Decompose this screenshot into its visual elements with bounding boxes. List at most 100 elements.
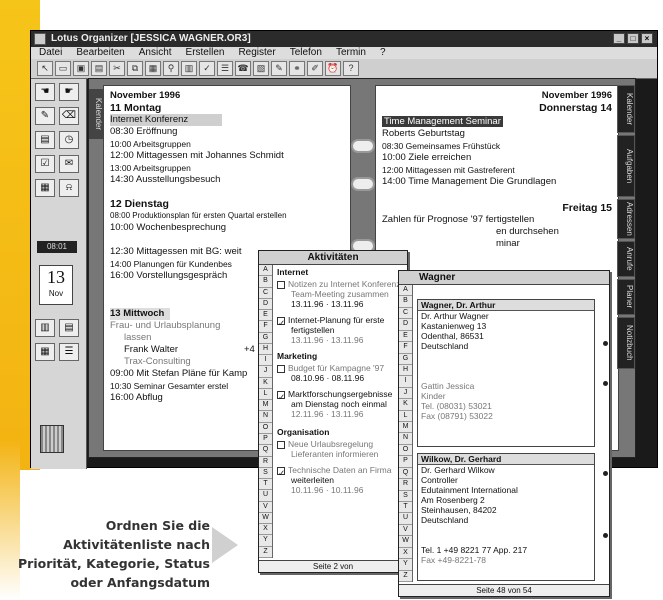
address-card[interactable]: Wagner, Dr. Arthur Dr. Arthur Wagner Kas… [417,299,595,447]
tab-notizbuch[interactable]: Notizbuch [617,317,635,369]
cursor-icon[interactable]: ↖ [37,61,53,76]
menu-telefon[interactable]: Telefon [290,47,322,59]
alpha-tab[interactable]: X [259,524,272,536]
hand-alt-icon[interactable]: ☛ [59,83,79,101]
event-internet-conference[interactable]: Internet Konferenz [110,114,222,126]
tab-aufgaben[interactable]: Aufgaben [617,135,635,197]
phone-icon[interactable]: ☎ [235,61,251,76]
alpha-tab[interactable]: J [399,388,412,400]
list-view-icon[interactable]: ☰ [59,343,79,361]
menu-datei[interactable]: Datei [39,47,62,59]
task-item[interactable]: Neue Urlaubsregelung [277,439,403,449]
alpha-tab[interactable]: Y [399,559,412,571]
task-checkbox-checked[interactable]: ✓ [277,466,285,475]
hand-icon[interactable]: ☚ [35,83,55,101]
alpha-tab[interactable]: V [399,525,412,537]
task-checkbox-checked[interactable]: ✓ [277,316,285,325]
calendar-date-icon[interactable]: 13 Nov [39,265,73,305]
day-view-icon[interactable]: ▥ [35,319,55,337]
tab-adressen[interactable]: Adressen [617,199,635,239]
alpha-tab[interactable]: P [259,434,272,446]
clock-icon[interactable]: ◷ [59,131,79,149]
app-icon[interactable] [34,33,46,45]
event-line[interactable]: 13:00 Arbeitsgruppen [110,162,344,174]
event-line[interactable]: 08:30 Eröffnung [110,126,344,138]
event-line[interactable]: Zahlen für Prognose '97 fertigstellen [382,214,612,226]
alpha-tab[interactable]: O [259,423,272,434]
alpha-tab[interactable]: G [399,354,412,365]
menu-register[interactable]: Register [238,47,275,59]
alpha-tab[interactable]: R [399,479,412,491]
task-checkbox[interactable] [277,280,285,289]
alpha-tab[interactable]: L [259,389,272,401]
task-item[interactable]: ✓ Internet-Planung für erste [277,315,403,325]
event-line[interactable]: 10:00 Arbeitsgruppen [110,138,344,150]
alpha-tab[interactable]: K [399,399,412,411]
help-icon[interactable]: ? [343,61,359,76]
alpha-tab[interactable]: W [259,513,272,525]
event-time-management[interactable]: Time Management Seminar [382,116,612,128]
task-item[interactable]: ✓ Marktforschungsergebnisse [277,389,403,399]
menu-ansicht[interactable]: Ansicht [139,47,172,59]
tab-anrufe[interactable]: Anrufe [617,241,635,277]
alpha-tab[interactable]: M [399,422,412,434]
planner-icon[interactable]: ▧ [253,61,269,76]
event-line[interactable]: Roberts Geburtstag [382,128,612,140]
alpha-tab[interactable]: M [259,400,272,412]
alpha-tab[interactable]: C [259,288,272,299]
alpha-tab[interactable]: I [399,376,412,388]
checklist-icon[interactable]: ☑ [35,155,55,173]
alpha-tab[interactable]: U [399,513,412,525]
alpha-tab[interactable]: E [259,310,272,322]
event-line[interactable]: en durchsehen [496,226,612,238]
alpha-tab[interactable]: W [399,536,412,548]
alpha-tab[interactable]: H [399,365,412,377]
link-icon[interactable]: ⚭ [289,61,305,76]
alpha-tab[interactable]: P [399,456,412,468]
alpha-tab[interactable]: X [399,548,412,560]
calendar-view-icon[interactable]: ▥ [181,61,197,76]
event-line[interactable]: 08:30 Gemeinsames Frühstück [382,140,612,152]
title-bar[interactable]: Lotus Organizer [JESSICA WAGNER.OR3] _ □… [31,31,657,47]
alpha-tab[interactable]: B [399,296,412,308]
trash-icon[interactable] [40,425,64,453]
grid-icon[interactable]: ▦ [35,179,55,197]
week-view-icon[interactable]: ▤ [59,319,79,337]
alpha-tab[interactable]: A [399,285,412,297]
mail-icon[interactable]: ✉ [59,155,79,173]
tab-planer[interactable]: Planer [617,279,635,315]
tab-kalender-left[interactable]: Kalender [89,89,103,139]
alpha-tab[interactable]: L [399,411,412,423]
alpha-tab[interactable]: Z [259,547,272,558]
event-line[interactable]: minar [496,238,612,250]
alpha-tab[interactable]: S [259,468,272,480]
task-item[interactable]: ✓ Technische Daten an Firma [277,465,403,475]
task-checkbox[interactable] [277,364,285,373]
alpha-tab[interactable]: G [259,333,272,344]
alpha-tab[interactable]: J [259,366,272,378]
alpha-tab[interactable]: B [259,276,272,288]
alpha-tab[interactable]: N [259,411,272,423]
menu-termin[interactable]: Termin [336,47,366,59]
find-icon[interactable]: ⚲ [163,61,179,76]
alpha-tab[interactable]: Y [259,535,272,547]
alpha-tab[interactable]: H [259,344,272,356]
alpha-tab[interactable]: S [399,491,412,503]
menu-erstellen[interactable]: Erstellen [186,47,225,59]
task-item[interactable]: Notizen zu Internet Konferenz [277,279,403,289]
event-line[interactable]: 14:30 Ausstellungsbesuch [110,174,344,186]
alpha-tab[interactable]: U [259,490,272,502]
address-icon[interactable]: ☰ [217,61,233,76]
alpha-tab[interactable]: V [259,502,272,513]
close-button[interactable]: × [641,33,653,44]
minimize-button[interactable]: _ [613,33,625,44]
notes-icon[interactable]: ✎ [271,61,287,76]
cut-icon[interactable]: ✂ [109,61,125,76]
task-icon[interactable]: ✓ [199,61,215,76]
menu-bearbeiten[interactable]: Bearbeiten [76,47,124,59]
alpha-tab[interactable]: Q [399,468,412,480]
alpha-tab[interactable]: C [399,308,412,320]
alpha-tab[interactable]: A [259,265,272,277]
alpha-tab[interactable]: D [399,319,412,331]
event-line[interactable]: 10:00 Wochenbesprechung [110,222,344,234]
